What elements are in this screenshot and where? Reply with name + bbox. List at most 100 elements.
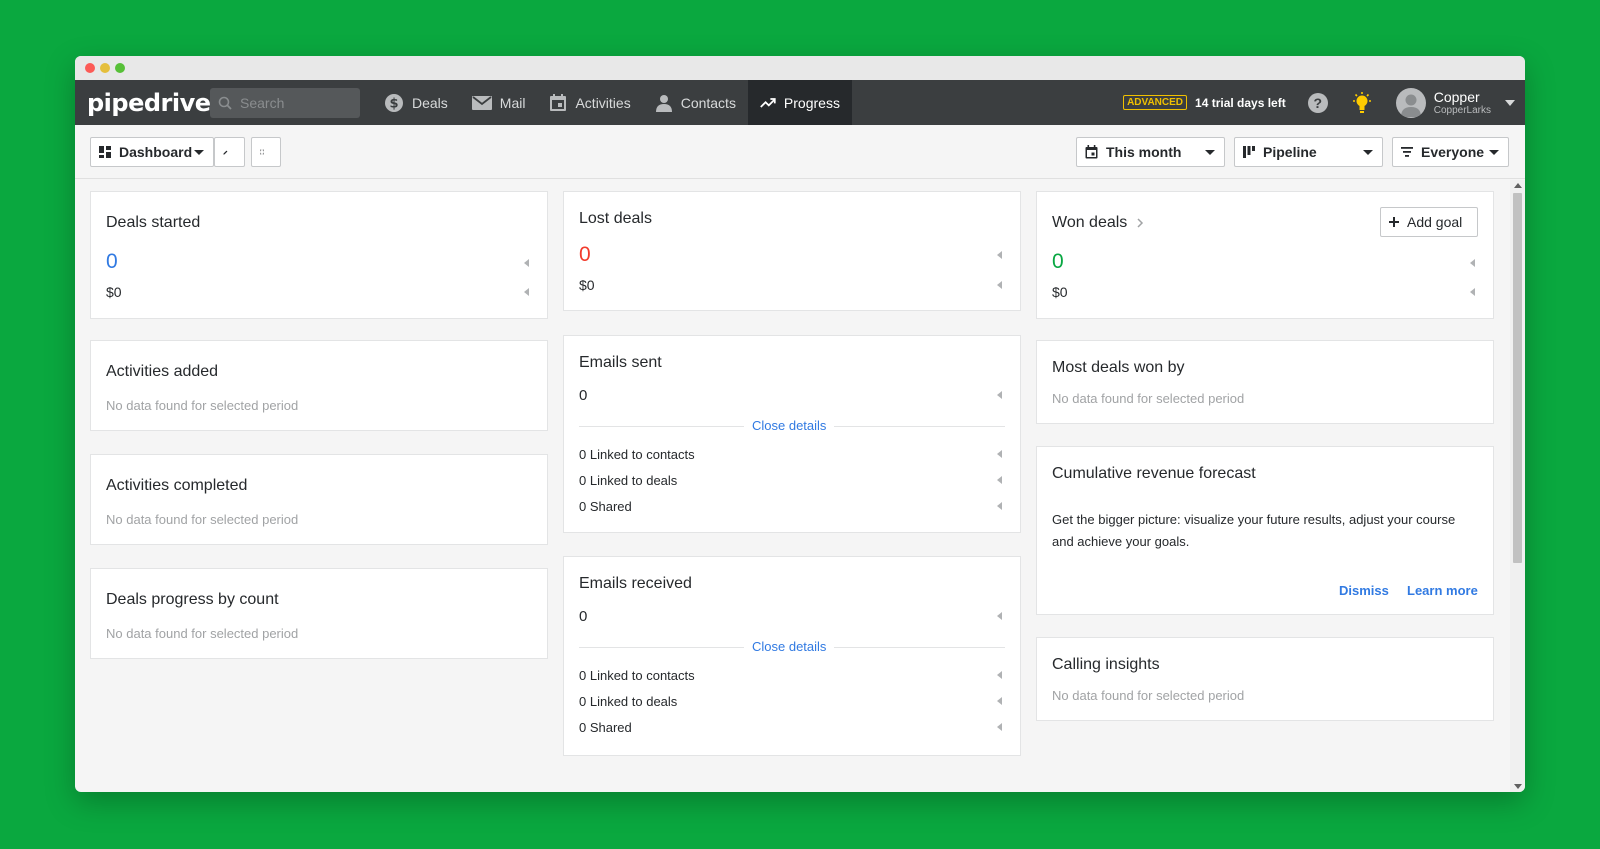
chevron-down-icon [1205, 150, 1215, 155]
fullscreen-icon [260, 149, 264, 155]
collapse-arrow-icon[interactable] [997, 612, 1002, 620]
lost-deals-card[interactable]: Lost deals 0 $0 [563, 191, 1021, 311]
period-select[interactable]: This month [1076, 137, 1225, 167]
deals-started-amount: $0 [106, 284, 122, 300]
pipeline-label: Pipeline [1263, 144, 1317, 160]
add-goal-button[interactable]: Add goal [1380, 207, 1478, 237]
calendar-icon [1085, 145, 1098, 159]
owner-filter-select[interactable]: Everyone [1392, 137, 1509, 167]
card-title: Emails received [579, 575, 692, 592]
lightbulb-icon[interactable] [1352, 91, 1372, 114]
nav-item-label: Contacts [680, 94, 736, 111]
calling-insights-card[interactable]: Calling insights No data found for selec… [1036, 637, 1494, 721]
lost-deals-amount: $0 [579, 277, 595, 293]
close-window-button[interactable] [85, 63, 95, 73]
top-navigation: pipedrive Search $ Deals Mail Activities… [75, 80, 1525, 125]
search-input[interactable]: Search [210, 87, 360, 118]
no-data-text: No data found for selected period [1052, 688, 1245, 703]
pipedrive-logo[interactable]: pipedrive [87, 89, 211, 117]
collapse-arrow-icon[interactable] [997, 671, 1002, 679]
search-icon [218, 96, 232, 110]
trend-icon [760, 97, 776, 108]
chevron-down-icon [1489, 150, 1499, 155]
emails-received-card[interactable]: Emails received 0 Close details 0 Linked… [563, 556, 1021, 756]
owner-label: Everyone [1421, 144, 1485, 160]
nav-item-label: Progress [783, 94, 840, 111]
user-company: CopperLarks [1433, 105, 1491, 116]
trial-days-link[interactable]: 14 trial days left [1195, 96, 1286, 110]
lost-deals-count: 0 [579, 243, 591, 266]
user-chevron-down-icon[interactable] [1505, 99, 1515, 106]
scroll-down-arrow-icon[interactable] [1514, 784, 1522, 789]
period-label: This month [1106, 144, 1182, 160]
email-detail-row: 0 Linked to contacts [579, 668, 695, 683]
collapse-arrow-icon[interactable] [1470, 259, 1475, 267]
user-name: Copper [1433, 89, 1480, 105]
maximize-window-button[interactable] [115, 63, 125, 73]
close-details-link[interactable]: Close details [744, 639, 835, 654]
help-icon[interactable]: ? [1307, 92, 1328, 113]
most-won-card[interactable]: Most deals won by No data found for sele… [1036, 340, 1494, 424]
forecast-description: Get the bigger picture: visualize your f… [1052, 512, 1456, 549]
forecast-card[interactable]: Cumulative revenue forecast Get the bigg… [1036, 446, 1494, 615]
calendar-icon [550, 93, 567, 111]
collapse-arrow-icon[interactable] [997, 697, 1002, 705]
nav-item-contacts[interactable]: Contacts [643, 80, 748, 125]
no-data-text: No data found for selected period [106, 512, 299, 527]
window-titlebar [75, 56, 1525, 80]
filter-icon [1401, 147, 1413, 157]
fullscreen-button[interactable] [251, 137, 281, 167]
dashboard-icon [99, 146, 111, 158]
collapse-arrow-icon[interactable] [1470, 288, 1475, 296]
emails-sent-card[interactable]: Emails sent 0 Close details 0 Linked to … [563, 335, 1021, 533]
chevron-down-icon [1363, 150, 1373, 155]
activities-completed-card[interactable]: Activities completed No data found for s… [90, 454, 548, 545]
user-menu[interactable]: Copper CopperLarks [1434, 89, 1491, 116]
collapse-arrow-icon[interactable] [997, 723, 1002, 731]
nav-item-progress[interactable]: Progress [747, 80, 852, 125]
pipeline-select[interactable]: Pipeline [1234, 137, 1383, 167]
person-icon [655, 94, 672, 112]
collapse-arrow-icon[interactable] [997, 251, 1002, 259]
card-title: Emails sent [579, 354, 662, 371]
nav-item-mail[interactable]: Mail [460, 80, 538, 125]
scrollbar[interactable] [1510, 180, 1525, 792]
minimize-window-button[interactable] [100, 63, 110, 73]
search-placeholder: Search [240, 94, 285, 111]
pencil-icon [223, 150, 228, 155]
card-title: Most deals won by [1052, 359, 1185, 376]
emails-sent-count: 0 [579, 387, 588, 404]
browser-window: pipedrive Search $ Deals Mail Activities… [75, 56, 1525, 792]
nav-item-label: Mail [499, 94, 526, 111]
card-title: Calling insights [1052, 656, 1160, 673]
activities-added-card[interactable]: Activities added No data found for selec… [90, 340, 548, 431]
nav-item-deals[interactable]: $ Deals [372, 80, 460, 125]
edit-dashboard-button[interactable] [214, 137, 245, 167]
chevron-down-icon [194, 150, 204, 155]
scrollbar-thumb[interactable] [1513, 193, 1522, 563]
dismiss-link[interactable]: Dismiss [1339, 583, 1389, 598]
chevron-right-icon[interactable] [1136, 217, 1144, 229]
close-details-link[interactable]: Close details [744, 418, 835, 433]
avatar[interactable] [1395, 87, 1426, 118]
nav-item-activities[interactable]: Activities [537, 80, 642, 125]
card-title: Activities added [106, 363, 219, 380]
scroll-up-arrow-icon[interactable] [1514, 183, 1522, 188]
collapse-arrow-icon[interactable] [524, 259, 529, 267]
deals-progress-card[interactable]: Deals progress by count No data found fo… [90, 568, 548, 659]
no-data-text: No data found for selected period [106, 398, 299, 413]
collapse-arrow-icon[interactable] [997, 476, 1002, 484]
dashboard-toolbar: Dashboard This month Pipeline Everyone [75, 125, 1525, 179]
email-detail-row: 0 Shared [579, 720, 632, 735]
won-deals-card[interactable]: Won deals Add goal 0 $0 [1036, 191, 1494, 319]
learn-more-link[interactable]: Learn more [1407, 583, 1478, 598]
add-goal-label: Add goal [1407, 214, 1463, 230]
dashboard-select[interactable]: Dashboard [90, 137, 214, 167]
plus-icon [1389, 217, 1399, 227]
collapse-arrow-icon[interactable] [997, 450, 1002, 458]
collapse-arrow-icon[interactable] [997, 391, 1002, 399]
collapse-arrow-icon[interactable] [524, 288, 529, 296]
deals-started-card[interactable]: Deals started 0 $0 [90, 191, 548, 319]
collapse-arrow-icon[interactable] [997, 281, 1002, 289]
collapse-arrow-icon[interactable] [997, 502, 1002, 510]
